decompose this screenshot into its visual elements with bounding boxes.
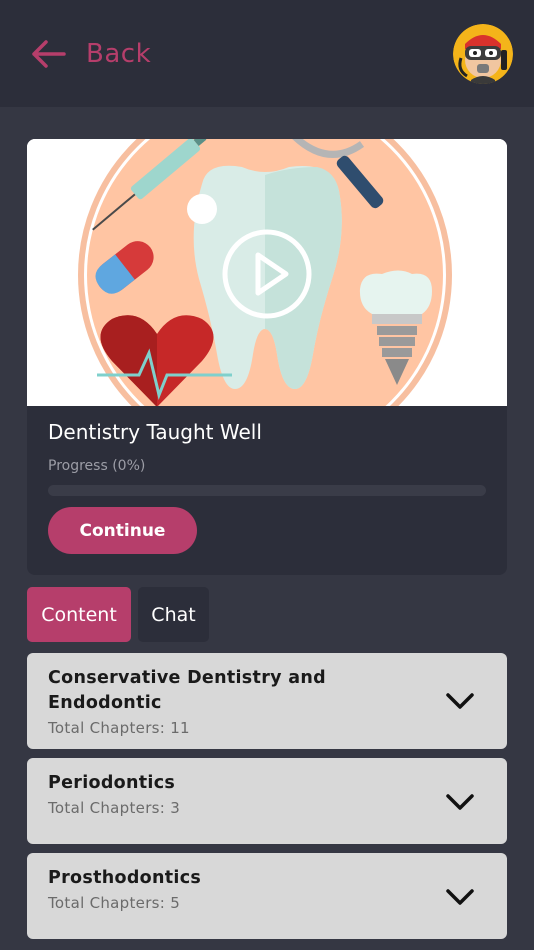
chapter-item-periodontics[interactable]: Periodontics Total Chapters: 3 [27,758,507,844]
progress-label: Progress (0%) [48,458,146,474]
chapter-title: Prosthodontics [48,868,202,888]
arrow-left-icon [32,40,66,68]
course-title: Dentistry Taught Well [48,420,262,444]
chapter-title: Conservative Dentistry and Endodontic [48,668,326,713]
avatar[interactable] [453,24,513,84]
diver-mascot-icon [453,24,513,84]
continue-button[interactable]: Continue [48,507,197,554]
tab-chat[interactable]: Chat [138,587,209,642]
progress-bar [48,485,486,496]
back-label: Back [86,39,152,69]
chevron-down-icon[interactable] [444,887,476,907]
chapter-count: Total Chapters: 5 [48,894,181,912]
chapter-count: Total Chapters: 11 [48,719,190,737]
chapter-count: Total Chapters: 3 [48,799,181,817]
course-card: Dentistry Taught Well Progress (0%) Cont… [27,139,507,575]
play-icon[interactable] [222,229,312,319]
tab-content[interactable]: Content [27,587,131,642]
chevron-down-icon[interactable] [444,792,476,812]
top-bar: Back [0,0,534,107]
chapter-item-prosthodontics[interactable]: Prosthodontics Total Chapters: 5 [27,853,507,939]
chapter-item-conservative-dentistry[interactable]: Conservative Dentistry and Endodontic To… [27,653,507,749]
course-thumbnail[interactable] [27,139,507,406]
back-button[interactable]: Back [30,34,151,74]
chapter-title: Periodontics [48,773,176,793]
chevron-down-icon[interactable] [444,691,476,711]
